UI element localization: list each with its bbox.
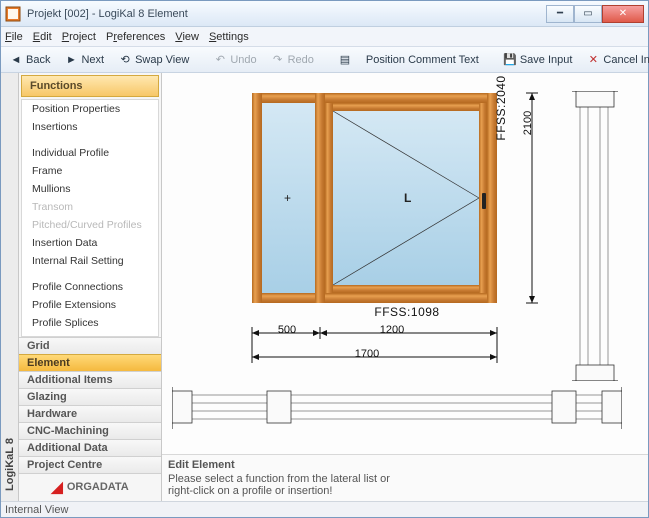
frame-top bbox=[252, 93, 497, 103]
close-button[interactable]: ✕ bbox=[602, 5, 644, 23]
door-handle-icon bbox=[482, 193, 486, 209]
maximize-button[interactable]: ▭ bbox=[574, 5, 602, 23]
menu-file[interactable]: File bbox=[5, 31, 23, 43]
functions-list[interactable]: Position PropertiesInsertions Individual … bbox=[21, 99, 159, 337]
drawing-canvas[interactable]: + L FFSS:1098 FFSS:2040 bbox=[162, 73, 648, 454]
branding: ◢ ORGADATA bbox=[19, 473, 161, 501]
function-item: Transom bbox=[22, 198, 158, 216]
functions-header: Functions bbox=[21, 75, 159, 97]
swap-view-button[interactable]: ⟲Swap View bbox=[114, 51, 193, 69]
app-icon bbox=[5, 6, 21, 22]
undo-icon: ↶ bbox=[213, 53, 227, 67]
status-bar: Internal View bbox=[1, 501, 648, 517]
workspace: + L FFSS:1098 FFSS:2040 bbox=[162, 73, 648, 501]
menu-edit[interactable]: Edit bbox=[33, 31, 52, 43]
function-item[interactable]: Mullions bbox=[22, 180, 158, 198]
function-item[interactable]: Profile Extensions bbox=[22, 296, 158, 314]
save-input-button[interactable]: 💾Save Input bbox=[499, 51, 577, 69]
function-item[interactable]: Internal Rail Setting bbox=[22, 252, 158, 270]
function-item[interactable]: Individual Profile bbox=[22, 144, 158, 162]
window-title: Projekt [002] - LogiKal 8 Element bbox=[27, 8, 546, 20]
menu-project[interactable]: Project bbox=[62, 31, 96, 43]
leaf-letter: L bbox=[404, 191, 411, 205]
sidebar: Functions Position PropertiesInsertions I… bbox=[19, 73, 162, 501]
save-icon: 💾 bbox=[503, 53, 517, 67]
cancel-icon: ✕ bbox=[586, 53, 600, 67]
dim-500: 500 bbox=[267, 324, 307, 336]
next-button[interactable]: ►Next bbox=[60, 51, 108, 69]
accordion-additional-data[interactable]: Additional Data bbox=[19, 439, 161, 457]
position-comment-text-button[interactable]: Position Comment Text bbox=[362, 52, 483, 68]
leaf-bottom bbox=[325, 285, 487, 293]
back-icon: ◄ bbox=[9, 53, 23, 67]
redo-button[interactable]: ↷Redo bbox=[267, 51, 318, 69]
pct-icon-button[interactable]: ▤ bbox=[334, 51, 356, 69]
function-item: Pitched/Curved Profiles bbox=[22, 216, 158, 234]
menu-preferences[interactable]: Preferences bbox=[106, 31, 165, 43]
section-horizontal bbox=[172, 383, 622, 433]
redo-icon: ↷ bbox=[271, 53, 285, 67]
vertical-tab-logikal[interactable]: LogiKaL 8 bbox=[2, 428, 18, 501]
hint-header: Edit Element bbox=[168, 459, 642, 471]
status-text: Internal View bbox=[5, 504, 68, 516]
function-item[interactable]: Profile Connections bbox=[22, 278, 158, 296]
titlebar: Projekt [002] - LogiKal 8 Element ━ ▭ ✕ bbox=[1, 1, 648, 27]
frame-bottom bbox=[252, 293, 497, 303]
brand-triangle-icon: ◢ bbox=[51, 478, 63, 496]
function-item[interactable]: Profile Splices bbox=[22, 314, 158, 332]
main-area: LogiKaL 8 Functions Position PropertiesI… bbox=[1, 73, 648, 501]
menubar: File Edit Project Preferences View Setti… bbox=[1, 27, 648, 47]
function-item[interactable]: Frame bbox=[22, 162, 158, 180]
accordion-additional-items[interactable]: Additional Items bbox=[19, 371, 161, 389]
accordion-cnc-machining[interactable]: CNC-Machining bbox=[19, 422, 161, 440]
toolbar: ◄Back ►Next ⟲Swap View ↶Undo ↷Redo ▤ Pos… bbox=[1, 47, 648, 73]
frame-left bbox=[252, 93, 262, 303]
leaf-left bbox=[325, 103, 333, 293]
app-window: Projekt [002] - LogiKal 8 Element ━ ▭ ✕ … bbox=[0, 0, 649, 518]
accordion-glazing[interactable]: Glazing bbox=[19, 388, 161, 406]
accordion-hardware[interactable]: Hardware bbox=[19, 405, 161, 423]
function-item[interactable]: Position Properties bbox=[22, 100, 158, 118]
accordion-grid[interactable]: Grid bbox=[19, 337, 161, 355]
leaf-top bbox=[325, 103, 487, 111]
page-icon: ▤ bbox=[338, 53, 352, 67]
cancel-input-button[interactable]: ✕Cancel Input of Elements bbox=[582, 51, 649, 69]
vertical-tab-strip: LogiKaL 8 bbox=[1, 73, 19, 501]
ffss-height-label: FFSS:2040 bbox=[494, 73, 508, 153]
accordion-element[interactable]: Element bbox=[19, 354, 161, 372]
swap-icon: ⟲ bbox=[118, 53, 132, 67]
dim-2100: 2100 bbox=[522, 93, 534, 153]
hint-body: Please select a function from the latera… bbox=[168, 473, 642, 497]
accordion-project-centre[interactable]: Project Centre bbox=[19, 456, 161, 474]
window-buttons: ━ ▭ ✕ bbox=[546, 5, 644, 23]
dim-1200: 1200 bbox=[362, 324, 422, 336]
brand-text: ORGADATA bbox=[67, 481, 129, 493]
menu-view[interactable]: View bbox=[175, 31, 199, 43]
mullion bbox=[315, 93, 325, 303]
undo-button[interactable]: ↶Undo bbox=[209, 51, 260, 69]
accordion-panel: GridElementAdditional ItemsGlazingHardwa… bbox=[19, 337, 161, 473]
back-button[interactable]: ◄Back bbox=[5, 51, 54, 69]
function-item[interactable]: Insertion Data bbox=[22, 234, 158, 252]
hint-panel: Edit Element Please select a function fr… bbox=[162, 454, 648, 501]
dim-1700: 1700 bbox=[337, 348, 397, 360]
next-icon: ► bbox=[64, 53, 78, 67]
section-vertical bbox=[572, 91, 622, 381]
function-item[interactable]: Insertions bbox=[22, 118, 158, 136]
menu-settings[interactable]: Settings bbox=[209, 31, 249, 43]
ffss-width-label: FFSS:1098 bbox=[357, 305, 457, 319]
minimize-button[interactable]: ━ bbox=[546, 5, 574, 23]
crosshair-icon: + bbox=[284, 191, 291, 205]
